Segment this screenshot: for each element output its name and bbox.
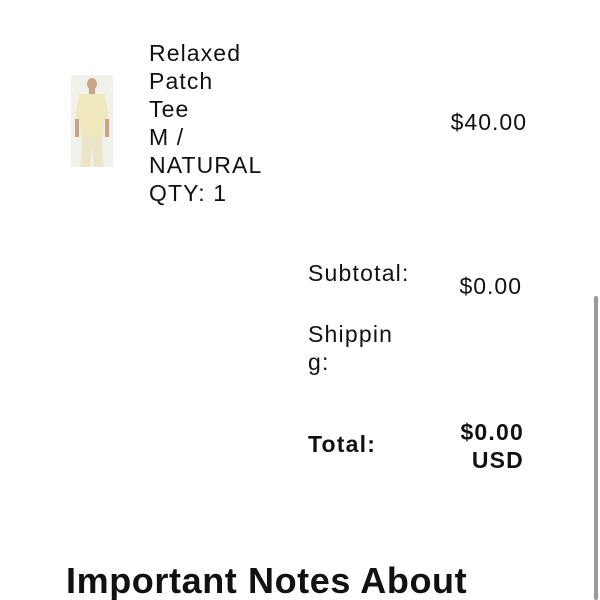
order-summary: Subtotal: $0.00 Shipping: Total: $0.00 U… [0,0,600,520]
total-value: $0.00 USD [414,418,524,474]
notes-heading: Important Notes About [66,560,468,600]
scrollbar[interactable] [592,0,600,600]
total-label: Total: [308,431,377,457]
total-currency: USD [471,447,524,473]
total-amount: $0.00 [460,419,524,445]
scrollbar-thumb[interactable] [594,296,598,600]
checkout-page: Relaxed Patch Tee M / NATURAL QTY: 1 $40… [0,0,600,600]
subtotal-label: Subtotal: [308,260,410,286]
shipping-label: Shipping: [308,321,394,375]
subtotal-value: $0.00 [459,273,522,299]
